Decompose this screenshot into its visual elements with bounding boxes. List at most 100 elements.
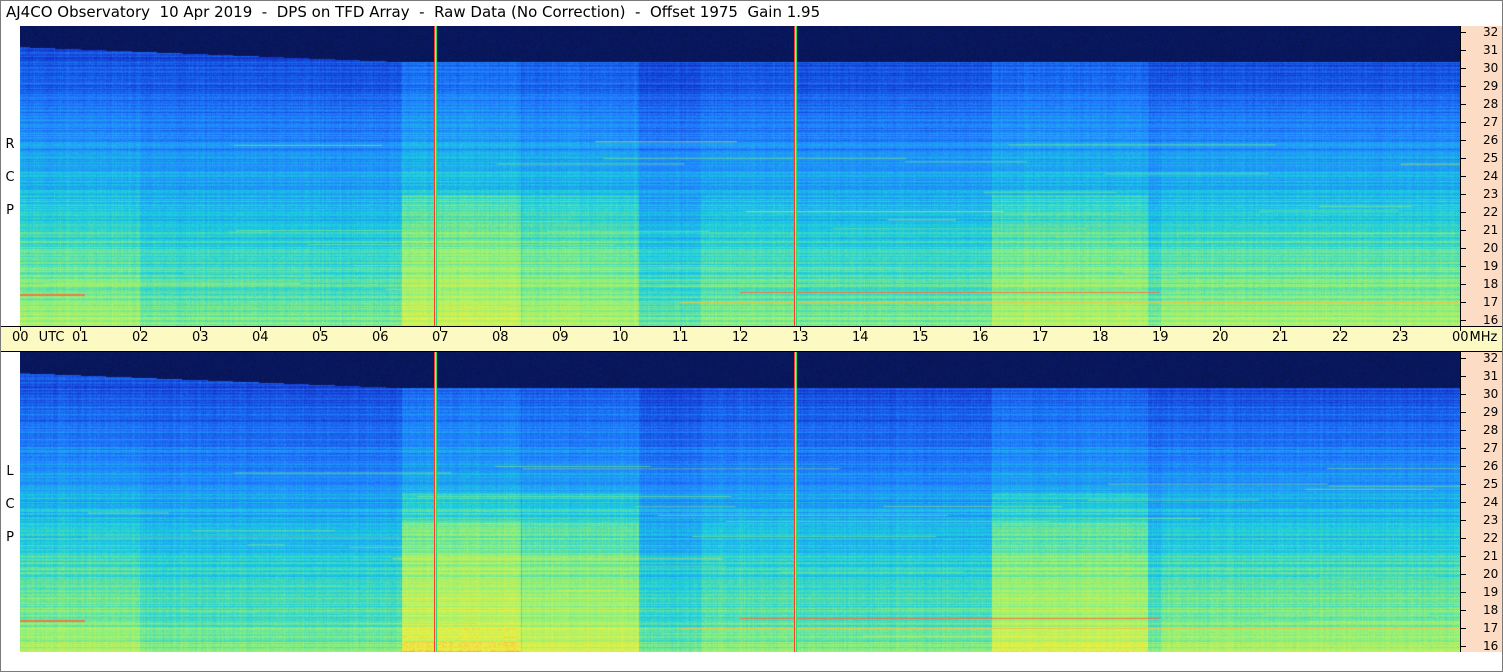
freq-tick-label: 18 (1461, 604, 1498, 616)
freq-tick-label: 29 (1461, 406, 1498, 418)
time-tick-label: 01 (72, 327, 89, 345)
freq-tick-label: 17 (1461, 622, 1498, 634)
freq-tick-label: 24 (1461, 496, 1498, 508)
freq-tick-text: 31 (1483, 43, 1499, 57)
freq-tick-text: 22 (1483, 205, 1499, 219)
freq-tick-text: 25 (1483, 151, 1499, 165)
freq-tick-text: 30 (1483, 61, 1499, 75)
freq-tick-text: 26 (1483, 459, 1499, 473)
rcp-spectrogram-canvas (20, 26, 1460, 326)
time-marker-line (434, 26, 437, 326)
freq-tick-label: 28 (1461, 424, 1498, 436)
rcp-label: R C P (0, 128, 20, 227)
time-tick-text: 20 (1212, 330, 1229, 345)
freq-tick-label: 30 (1461, 62, 1498, 74)
rcp-label-letter-1: R (5, 137, 15, 152)
time-tick-label: 10 (612, 327, 629, 345)
time-tick-label: 14 (852, 327, 869, 345)
freq-tick-text: 17 (1483, 295, 1499, 309)
freq-tick-text: 18 (1483, 277, 1499, 291)
time-tick-text: 00 (1452, 330, 1469, 345)
time-tick-text: 02 (132, 330, 149, 345)
freq-tick-text: 20 (1483, 567, 1499, 581)
freq-tick-label: 20 (1461, 568, 1498, 580)
freq-tick-text: 21 (1483, 549, 1499, 563)
time-tick-text: 10 (612, 330, 629, 345)
time-tick-label: 20 (1212, 327, 1229, 345)
freq-tick-text: 32 (1483, 25, 1499, 39)
rcp-label-letter-3: P (6, 203, 14, 218)
freq-tick-text: 16 (1483, 313, 1499, 327)
freq-tick-label: 29 (1461, 80, 1498, 92)
time-marker-line (434, 352, 437, 652)
time-tick-text: 06 (372, 330, 389, 345)
time-tick-text: 18 (1092, 330, 1109, 345)
time-tick-label: 00MHz (1452, 327, 1497, 345)
freq-tick-label: 32 (1461, 26, 1498, 38)
time-tick-text: 12 (732, 330, 749, 345)
freq-tick-label: 27 (1461, 116, 1498, 128)
time-tick-label: 16 (972, 327, 989, 345)
time-tick-label: 22 (1332, 327, 1349, 345)
freq-tick-label: 23 (1461, 514, 1498, 526)
time-tick-text: 00 (12, 330, 29, 345)
time-tick-label: 02 (132, 327, 149, 345)
freq-tick-label: 20 (1461, 242, 1498, 254)
time-tick-text: 04 (252, 330, 269, 345)
freq-tick-label: 22 (1461, 206, 1498, 218)
freq-tick-label: 21 (1461, 224, 1498, 236)
time-tick-text: 05 (312, 330, 329, 345)
time-tick-label: 13 (792, 327, 809, 345)
freq-tick-label: 26 (1461, 460, 1498, 472)
lcp-label: L C P (0, 455, 20, 554)
freq-tick-label: 31 (1461, 44, 1498, 56)
time-tick-label: 07 (432, 327, 449, 345)
time-tick-text: 03 (192, 330, 209, 345)
freq-tick-label: 32 (1461, 352, 1498, 364)
freq-tick-label: 23 (1461, 188, 1498, 200)
freq-tick-text: 31 (1483, 369, 1499, 383)
freq-tick-text: 20 (1483, 241, 1499, 255)
time-tick-text: 01 (72, 330, 89, 345)
rcp-label-letter-2: C (5, 170, 15, 185)
time-tick-label: 05 (312, 327, 329, 345)
time-tick-text: 21 (1272, 330, 1289, 345)
freq-tick-label: 22 (1461, 532, 1498, 544)
freq-tick-label: 17 (1461, 296, 1498, 308)
utc-time-axis: 00 UTC 01 02 03 04 05 06 07 08 09 10 11 12 13 14 15 16 17… (0, 326, 1503, 352)
lcp-label-letter-1: L (6, 464, 14, 479)
freq-tick-label: 19 (1461, 260, 1498, 272)
time-tick-text: 19 (1152, 330, 1169, 345)
rcp-frequency-axis: 32 31 30 29 28 27 26 25 24 23 22 21 20 19 18 17 16 (1460, 26, 1503, 326)
freq-tick-label: 16 (1461, 640, 1498, 652)
freq-tick-text: 19 (1483, 585, 1499, 599)
freq-tick-text: 26 (1483, 133, 1499, 147)
freq-tick-label: 21 (1461, 550, 1498, 562)
time-tick-text: 07 (432, 330, 449, 345)
freq-tick-text: 32 (1483, 351, 1499, 365)
freq-tick-text: 24 (1483, 169, 1499, 183)
freq-tick-label: 18 (1461, 278, 1498, 290)
freq-tick-text: 27 (1483, 115, 1499, 129)
time-tick-label: 06 (372, 327, 389, 345)
time-marker-line (794, 26, 797, 326)
lcp-frequency-axis: 32 31 30 29 28 27 26 25 24 23 22 21 20 19 18 17 16 (1460, 352, 1503, 652)
lcp-label-letter-2: C (5, 497, 15, 512)
freq-tick-text: 19 (1483, 259, 1499, 273)
time-tick-label: 09 (552, 327, 569, 345)
time-tick-label: 23 (1392, 327, 1409, 345)
chart-title: AJ4CO Observatory 10 Apr 2019 - DPS on T… (6, 3, 821, 21)
freq-tick-label: 31 (1461, 370, 1498, 382)
lcp-spectrogram (20, 352, 1460, 652)
freq-tick-label: 16 (1461, 314, 1498, 326)
freq-tick-text: 28 (1483, 423, 1499, 437)
time-tick-label: 11 (672, 327, 689, 345)
freq-tick-text: 25 (1483, 477, 1499, 491)
freq-tick-label: 25 (1461, 478, 1498, 490)
time-tick-text: 09 (552, 330, 569, 345)
lcp-spectrogram-canvas (20, 352, 1460, 652)
lcp-label-letter-3: P (6, 530, 14, 545)
time-tick-label: 17 (1032, 327, 1049, 345)
time-tick-label: 08 (492, 327, 509, 345)
freq-tick-label: 26 (1461, 134, 1498, 146)
